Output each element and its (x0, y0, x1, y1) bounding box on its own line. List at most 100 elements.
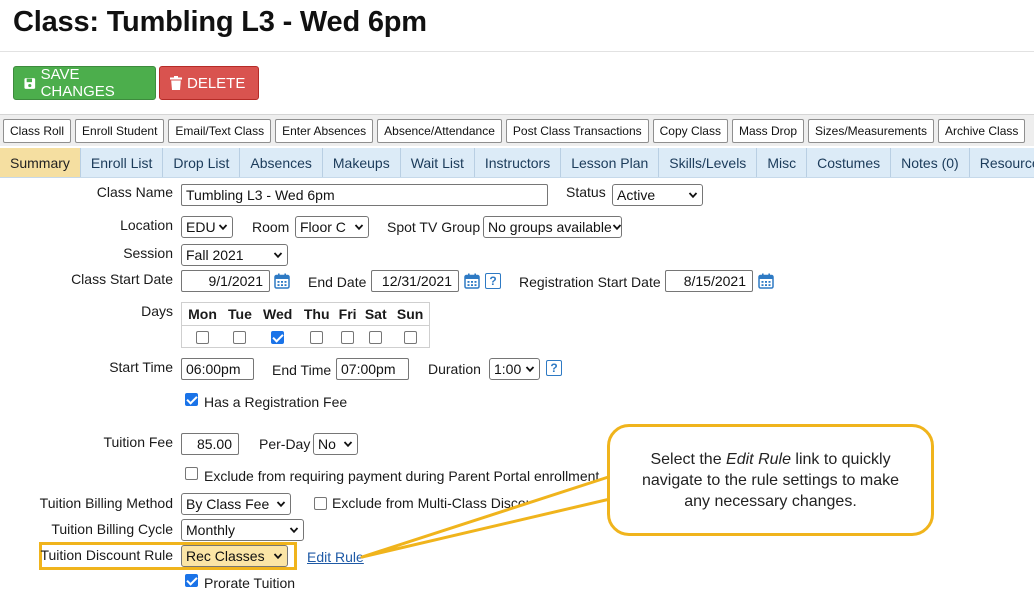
tuition-fee-input[interactable]: 85.00 (181, 433, 239, 455)
tab-instructors[interactable]: Instructors (475, 148, 562, 177)
location-label: Location (120, 217, 173, 233)
exclude-portal-payment-label: Exclude from requiring payment during Pa… (204, 468, 600, 484)
tuition-billing-cycle-label: Tuition Billing Cycle (51, 521, 173, 537)
chevron-down-icon (273, 553, 283, 560)
chevron-down-icon (612, 224, 621, 231)
duration-value: 1:00 (494, 361, 522, 377)
location-select[interactable]: EDU (181, 216, 233, 238)
mass-drop-button[interactable]: Mass Drop (731, 118, 804, 143)
help-icon[interactable]: ? (546, 360, 562, 376)
day-checkbox-sun[interactable] (403, 331, 417, 345)
archive-class-button[interactable]: Archive Class (938, 118, 1026, 143)
status-value: Active (617, 187, 656, 203)
class-name-input[interactable]: Tumbling L3 - Wed 6pm (181, 184, 548, 206)
exclude-portal-payment-checkbox[interactable] (185, 467, 198, 480)
day-label-wed: Wed (263, 305, 293, 322)
post-class-transactions-button[interactable]: Post Class Transactions (505, 118, 649, 143)
start-time-input[interactable]: 06:00pm (181, 358, 254, 380)
exclude-multi-class-discount-label: Exclude from Multi-Class Discount (332, 495, 546, 511)
day-checkbox-mon[interactable] (196, 331, 210, 345)
chevron-down-icon (354, 224, 364, 231)
tuition-discount-rule-select[interactable]: Rec Classes (181, 545, 288, 567)
calendar-icon[interactable] (274, 273, 290, 289)
tab-absences[interactable]: Absences (240, 148, 323, 177)
exclude-multi-class-discount-checkbox[interactable] (314, 497, 327, 510)
chevron-down-icon (273, 252, 283, 259)
tuition-billing-cycle-value: Monthly (186, 522, 236, 538)
spot-tv-group-value: No groups available (488, 219, 612, 235)
trash-icon (170, 76, 182, 90)
class-start-date-input[interactable]: 9/1/2021 (181, 270, 270, 292)
spot-tv-group-select[interactable]: No groups available (483, 216, 622, 238)
day-checkbox-fri[interactable] (341, 331, 355, 345)
tuition-billing-method-label: Tuition Billing Method (39, 495, 173, 511)
per-day-select[interactable]: No (313, 433, 358, 455)
help-icon[interactable]: ? (485, 273, 501, 289)
day-checkbox-wed[interactable] (271, 331, 285, 345)
end-date-label: End Date (308, 274, 367, 290)
status-select[interactable]: Active (612, 184, 703, 206)
edit-rule-link[interactable]: Edit Rule (307, 549, 364, 565)
tab-resources[interactable]: Resources (0) (970, 148, 1034, 177)
tab-misc[interactable]: Misc (757, 148, 808, 177)
spot-tv-group-label: Spot TV Group (387, 219, 481, 235)
day-checkbox-sat[interactable] (369, 331, 383, 345)
session-select[interactable]: Fall 2021 (181, 244, 288, 266)
calendar-icon[interactable] (464, 273, 480, 289)
tuition-fee-label: Tuition Fee (103, 434, 173, 450)
end-date-input[interactable]: 12/31/2021 (371, 270, 459, 292)
room-select[interactable]: Floor C (295, 216, 369, 238)
per-day-value: No (318, 436, 336, 452)
chevron-down-icon (276, 501, 286, 508)
delete-button[interactable]: DELETE (159, 66, 259, 100)
session-value: Fall 2021 (186, 247, 244, 263)
save-changes-button[interactable]: SAVE CHANGES (13, 66, 156, 100)
class-name-label: Class Name (96, 184, 173, 200)
title-divider (0, 51, 1034, 52)
day-checkbox-tue[interactable] (233, 331, 247, 345)
registration-fee-checkbox[interactable] (185, 393, 198, 406)
chevron-down-icon (525, 366, 535, 373)
day-checkbox-thu[interactable] (310, 331, 324, 345)
save-changes-label: SAVE CHANGES (40, 66, 115, 100)
tab-summary[interactable]: Summary (0, 148, 81, 177)
registration-start-date-input[interactable]: 8/15/2021 (665, 270, 753, 292)
days-label: Days (141, 303, 173, 319)
prorate-tuition-checkbox[interactable] (185, 574, 198, 587)
tab-wait-list[interactable]: Wait List (401, 148, 475, 177)
page-title: Class: Tumbling L3 - Wed 6pm (13, 6, 427, 38)
day-label-fri: Fri (338, 305, 357, 322)
days-grid: Mon Tue Wed Thu Fri Sat Sun (181, 302, 430, 348)
tuition-billing-method-value: By Class Fee (186, 496, 270, 512)
absence-attendance-button[interactable]: Absence/Attendance (377, 118, 502, 143)
delete-label: DELETE (187, 74, 246, 92)
status-label: Status (566, 184, 606, 200)
email-text-class-button[interactable]: Email/Text Class (168, 118, 272, 143)
tab-enroll-list[interactable]: Enroll List (81, 148, 164, 177)
session-label: Session (123, 245, 173, 261)
tab-costumes[interactable]: Costumes (807, 148, 892, 177)
room-value: Floor C (300, 219, 346, 235)
tab-notes[interactable]: Notes (0) (891, 148, 970, 177)
calendar-icon[interactable] (758, 273, 774, 289)
enroll-student-button[interactable]: Enroll Student (75, 118, 165, 143)
tab-skills-levels[interactable]: Skills/Levels (659, 148, 758, 177)
tuition-billing-method-select[interactable]: By Class Fee (181, 493, 291, 515)
prorate-tuition-label: Prorate Tuition (204, 575, 296, 591)
callout-text: Select the Edit Rule link to quickly nav… (641, 450, 900, 510)
enter-absences-button[interactable]: Enter Absences (275, 118, 374, 143)
sizes-measurements-button[interactable]: Sizes/Measurements (808, 118, 935, 143)
tab-lesson-plan[interactable]: Lesson Plan (561, 148, 660, 177)
start-time-label: Start Time (109, 359, 173, 375)
copy-class-button[interactable]: Copy Class (652, 118, 728, 143)
class-roll-button[interactable]: Class Roll (3, 118, 72, 143)
edit-rule-callout: Select the Edit Rule link to quickly nav… (607, 424, 934, 536)
duration-select[interactable]: 1:00 (489, 358, 540, 380)
tab-makeups[interactable]: Makeups (323, 148, 401, 177)
end-time-input[interactable]: 07:00pm (336, 358, 409, 380)
per-day-label: Per-Day (259, 436, 311, 452)
registration-start-date-label: Registration Start Date (519, 274, 661, 290)
chevron-down-icon (289, 527, 299, 534)
tab-drop-list[interactable]: Drop List (163, 148, 241, 177)
tuition-billing-cycle-select[interactable]: Monthly (181, 519, 304, 541)
